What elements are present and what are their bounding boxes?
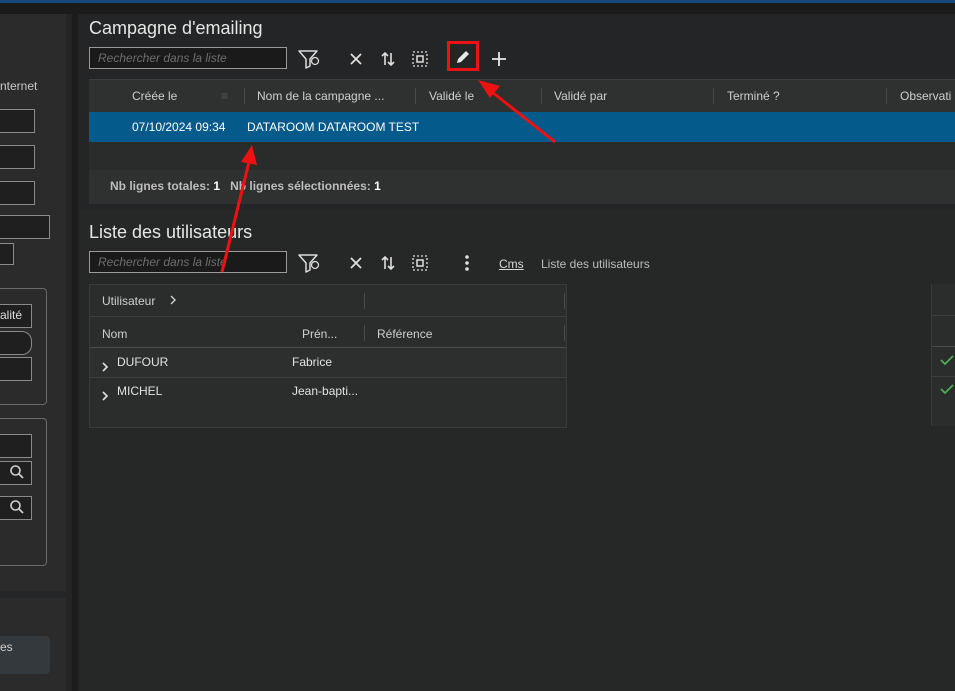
left-field-5[interactable] (0, 357, 32, 381)
select-all-icon[interactable] (408, 251, 432, 275)
left-search-field-1[interactable] (0, 461, 32, 485)
filter-icon[interactable] (297, 47, 321, 71)
campagne-title: Campagne d'emailing (89, 18, 263, 38)
left-side-panel-bottom: es (0, 598, 66, 691)
sort-icon[interactable] (376, 251, 400, 275)
col-header-observation[interactable]: Observati (900, 80, 951, 112)
empty-row (89, 142, 955, 170)
chevron-right-icon[interactable] (100, 385, 110, 414)
selected-rows-value: 1 (374, 179, 381, 193)
cell-campaign-name: DATAROOM DATAROOM TEST (247, 120, 420, 134)
grid-footer: Nb lignes totales: 1 Nb lignes sélection… (110, 179, 381, 193)
left-bottom-label: es (0, 640, 13, 654)
col-header-valide-par[interactable]: Validé par (554, 80, 607, 112)
sort-icon[interactable] (376, 47, 400, 71)
cell-prenom: Jean-bapti... (292, 384, 359, 398)
close-icon[interactable] (344, 47, 368, 71)
table-row[interactable]: 07/10/2024 09:34 DATAROOM DATAROOM TEST (89, 112, 955, 142)
left-field-3[interactable] (0, 181, 35, 205)
calendar-icon[interactable] (0, 243, 14, 265)
chevron-right-icon[interactable] (168, 293, 178, 310)
group-header-row: Utilisateur (90, 285, 566, 317)
col-header-nom[interactable]: Nom de la campagne ... (257, 80, 384, 112)
col-header-prenom[interactable]: Prén... (302, 327, 337, 341)
internet-label: nternet (0, 79, 38, 93)
col-header-termine[interactable]: Terminé ? (727, 80, 780, 112)
panel-divider (72, 14, 78, 691)
close-icon[interactable] (344, 251, 368, 275)
select-all-icon[interactable] (408, 47, 432, 71)
qualite-button[interactable]: alité (0, 304, 32, 328)
total-rows-label: Nb lignes totales: (110, 179, 211, 193)
users-search-input[interactable] (89, 251, 287, 273)
qualite-label: alité (0, 308, 23, 322)
column-header-row: Nom Prén... Référence (90, 317, 566, 348)
search-icon[interactable] (9, 464, 25, 483)
group-header-utilisateur[interactable]: Utilisateur (102, 294, 155, 308)
cms-link[interactable]: Cms (499, 257, 524, 271)
left-field-4[interactable] (0, 215, 50, 239)
edit-highlight-box (447, 41, 479, 71)
users-grid-right (931, 284, 955, 426)
table-row[interactable]: DUFOUR Fabrice (90, 348, 566, 378)
left-field-1[interactable] (0, 109, 35, 133)
left-field-6[interactable] (0, 434, 32, 458)
left-toggle[interactable] (0, 331, 32, 355)
users-title: Liste des utilisateurs (89, 222, 253, 242)
table-row[interactable]: MICHEL Jean-bapti... (90, 377, 566, 406)
campagne-search-input[interactable] (89, 47, 287, 69)
left-side-panel: nternet alité (0, 14, 66, 591)
users-breadcrumb: Liste des utilisateurs (541, 257, 650, 271)
users-section (80, 210, 955, 691)
col-header-cree-le[interactable]: Créée le (132, 80, 177, 112)
plus-icon[interactable] (487, 47, 511, 71)
selected-rows-label: Nb lignes sélectionnées: (230, 179, 371, 193)
col-header-nom-user[interactable]: Nom (102, 327, 127, 341)
check-icon (940, 354, 954, 369)
col-header-reference[interactable]: Référence (377, 327, 432, 341)
left-bottom-button[interactable]: es (0, 636, 50, 674)
cell-nom: DUFOUR (117, 355, 169, 369)
left-field-2[interactable] (0, 145, 35, 169)
users-grid: Utilisateur Nom Prén... Référence DUFOUR… (89, 284, 567, 428)
total-rows-value: 1 (213, 179, 221, 193)
filter-icon[interactable] (297, 251, 321, 275)
col-header-valide-le[interactable]: Validé le (429, 80, 474, 112)
more-vert-icon[interactable] (455, 251, 479, 275)
cell-nom: MICHEL (117, 384, 163, 398)
search-icon[interactable] (9, 499, 25, 518)
top-bar (0, 0, 955, 14)
menu-icon[interactable]: ≡ (221, 80, 228, 112)
cell-prenom: Fabrice (292, 355, 333, 369)
check-icon (940, 383, 954, 398)
campagne-grid: Créée le ≡ Nom de la campagne ... Validé… (89, 79, 955, 204)
left-search-field-2[interactable] (0, 496, 32, 520)
cell-created: 07/10/2024 09:34 (132, 120, 226, 134)
